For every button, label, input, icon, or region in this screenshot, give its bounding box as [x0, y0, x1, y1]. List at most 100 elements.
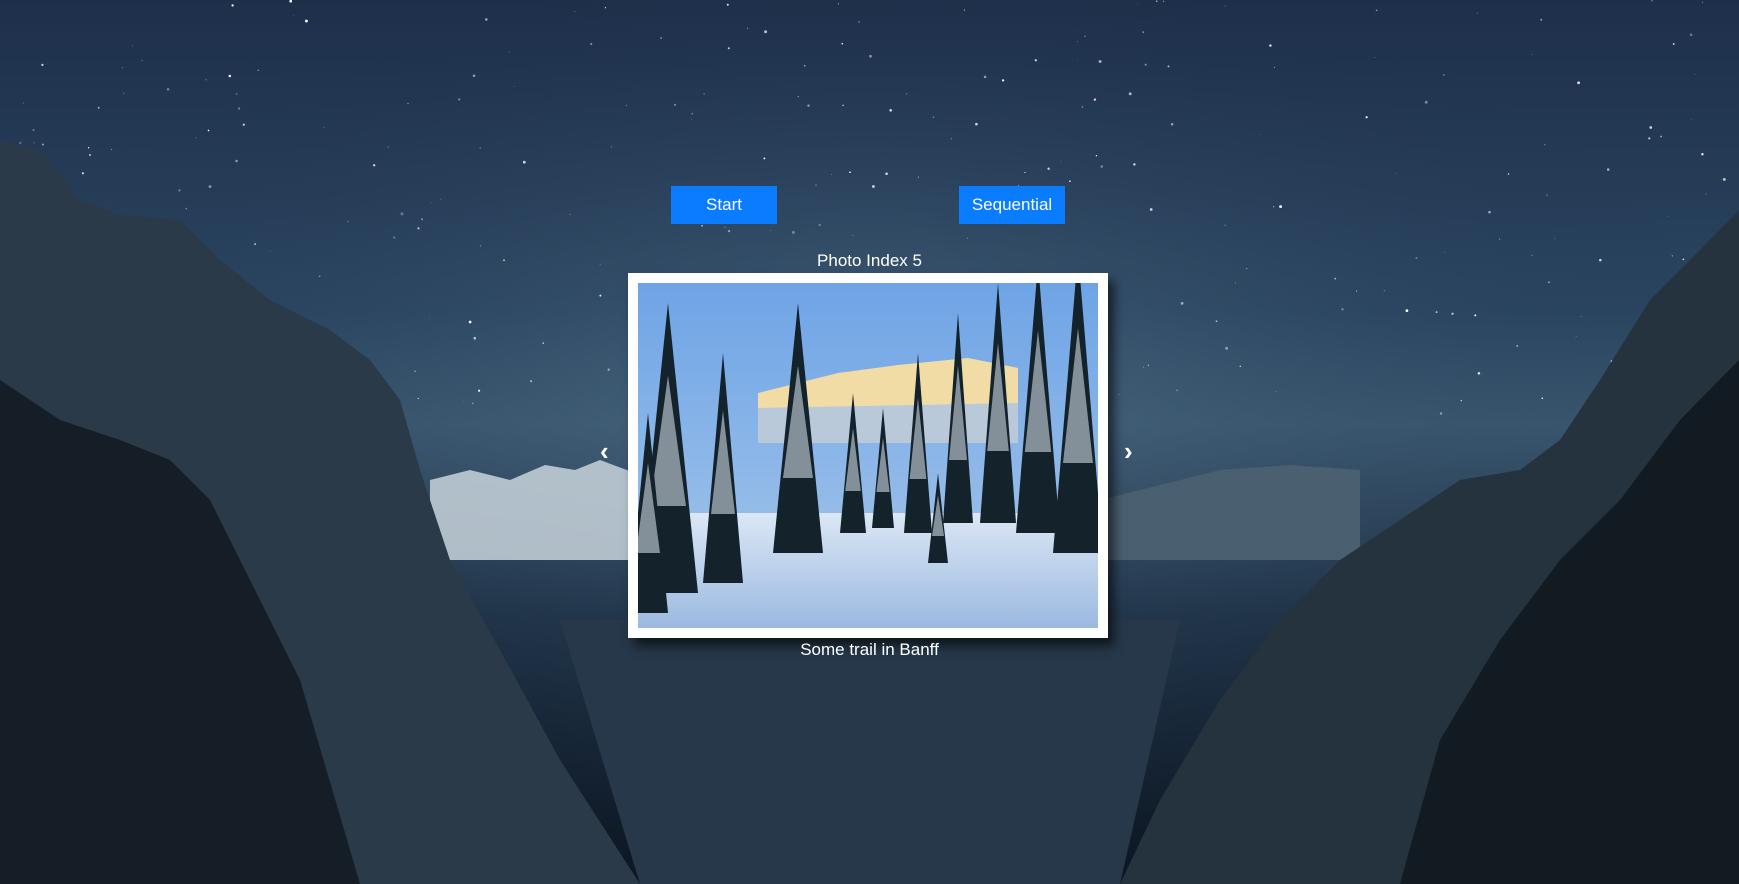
star [1477, 372, 1481, 375]
star [208, 185, 212, 189]
previous-arrow-icon[interactable]: ‹ [600, 438, 609, 464]
star [1365, 116, 1368, 119]
star [1498, 238, 1501, 240]
star [1047, 167, 1050, 170]
star [205, 79, 207, 81]
star [1128, 92, 1132, 96]
star [304, 19, 308, 23]
star [815, 184, 817, 186]
star [849, 171, 851, 174]
star [522, 160, 526, 164]
star [1081, 106, 1084, 108]
star [1170, 123, 1174, 126]
star [1548, 281, 1550, 283]
star [1180, 302, 1184, 305]
next-arrow-icon[interactable]: › [1124, 438, 1133, 464]
slideshow-photo [638, 283, 1098, 628]
star [1149, 208, 1153, 211]
star [1531, 53, 1533, 55]
star [1224, 5, 1226, 7]
star [858, 21, 860, 23]
star [967, 237, 969, 239]
star [1540, 18, 1543, 21]
star [1516, 345, 1518, 347]
star [421, 218, 423, 221]
star [770, 230, 771, 232]
star [472, 74, 476, 78]
star [797, 96, 799, 98]
star [1488, 210, 1491, 214]
sequential-button[interactable]: Sequential [959, 186, 1065, 224]
star [141, 59, 143, 61]
star [1133, 163, 1136, 166]
star [830, 173, 832, 175]
star [231, 4, 234, 7]
star [19, 141, 22, 145]
star [803, 64, 806, 67]
star [1279, 205, 1283, 209]
star [574, 11, 576, 12]
star [842, 104, 844, 107]
start-button[interactable]: Start [671, 186, 777, 224]
star [42, 143, 44, 146]
star [485, 18, 488, 21]
star [1269, 44, 1272, 47]
star [701, 225, 703, 227]
star [428, 316, 430, 318]
star [131, 45, 134, 47]
star [1689, 33, 1693, 37]
star [319, 275, 321, 277]
star [764, 30, 768, 34]
star [1439, 412, 1443, 415]
star [347, 220, 349, 223]
star [1137, 2, 1139, 4]
star [838, 3, 839, 5]
star [373, 164, 376, 167]
star [166, 87, 170, 91]
star [237, 107, 241, 110]
star [1260, 134, 1261, 135]
star [726, 3, 729, 6]
star [932, 116, 935, 118]
star [87, 147, 90, 149]
star [1477, 12, 1478, 14]
star [1507, 173, 1510, 175]
star [32, 129, 35, 132]
star [41, 63, 44, 67]
star [33, 142, 35, 144]
star [1098, 60, 1102, 63]
star [1701, 153, 1704, 156]
star [1076, 59, 1078, 61]
star [807, 104, 810, 107]
star [473, 336, 477, 340]
star [440, 198, 442, 200]
star [1722, 177, 1726, 181]
star [257, 69, 259, 71]
star [841, 42, 844, 45]
photo-index-label: Photo Index 5 [817, 251, 922, 270]
star [195, 137, 197, 139]
star [323, 127, 325, 129]
star [1395, 172, 1397, 174]
star [1334, 277, 1337, 280]
star [400, 212, 404, 216]
star [1084, 35, 1086, 38]
star [1024, 171, 1026, 174]
star [1474, 314, 1477, 317]
star [590, 42, 593, 46]
star [228, 74, 232, 78]
star [1155, 0, 1158, 3]
star [1034, 59, 1037, 62]
star [407, 102, 409, 105]
star [889, 108, 893, 112]
star [1001, 79, 1005, 82]
star [1095, 155, 1098, 157]
star [1460, 399, 1463, 402]
star [1424, 100, 1428, 104]
star [1451, 312, 1454, 315]
star [414, 370, 416, 373]
star [1690, 119, 1692, 121]
star [1225, 346, 1229, 350]
star [1275, 390, 1277, 392]
star [1702, 1, 1703, 3]
